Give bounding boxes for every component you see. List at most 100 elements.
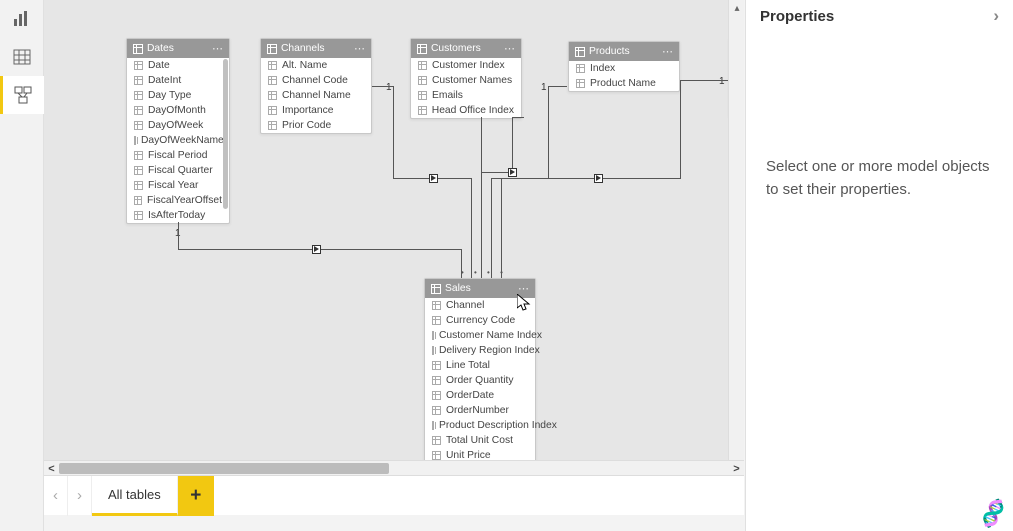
field-row[interactable]: Fiscal Quarter <box>127 163 229 178</box>
field-row[interactable]: Importance <box>261 103 371 118</box>
table-customers[interactable]: Customers ⋯ Customer Index Customer Name… <box>410 38 522 119</box>
field-row[interactable]: Index <box>569 61 679 76</box>
data-view-button[interactable] <box>0 38 44 76</box>
field-row[interactable]: Delivery Region Index <box>425 343 535 358</box>
more-icon[interactable]: ⋯ <box>662 45 673 58</box>
field-row[interactable]: DayOfWeekName <box>127 133 229 148</box>
field-row[interactable]: Currency Code <box>425 313 535 328</box>
field-icon <box>432 421 434 430</box>
field-row[interactable]: Prior Code <box>261 118 371 133</box>
relationship-line[interactable] <box>548 86 549 178</box>
filter-direction-icon <box>312 245 321 254</box>
filter-direction-icon <box>594 174 603 183</box>
field-row[interactable]: Head Office Index <box>411 103 521 118</box>
field-row[interactable]: Fiscal Year <box>127 178 229 193</box>
table-header-customers[interactable]: Customers ⋯ <box>411 39 521 58</box>
field-row[interactable]: OrderNumber <box>425 403 535 418</box>
field-row[interactable]: OrderDate <box>425 388 535 403</box>
field-row[interactable]: Product Name <box>569 76 679 91</box>
relationship-line[interactable] <box>491 178 492 278</box>
field-icon <box>134 76 143 85</box>
more-icon[interactable]: ⋯ <box>212 42 223 55</box>
table-sales[interactable]: Sales ⋯ Channel Currency Code Customer N… <box>424 278 536 464</box>
table-title: Customers <box>431 43 481 54</box>
field-icon <box>268 61 277 70</box>
table-title: Sales <box>445 283 471 294</box>
table-header-channels[interactable]: Channels ⋯ <box>261 39 371 58</box>
relationship-line[interactable] <box>461 249 462 278</box>
field-row[interactable]: Order Quantity <box>425 373 535 388</box>
field-icon <box>134 151 143 160</box>
relationship-line[interactable] <box>680 80 681 178</box>
field-row[interactable]: DayOfMonth <box>127 103 229 118</box>
field-row[interactable]: Line Total <box>425 358 535 373</box>
filter-direction-icon <box>429 174 438 183</box>
view-rail <box>0 0 44 531</box>
report-view-button[interactable] <box>0 0 44 38</box>
table-title: Dates <box>147 43 174 54</box>
table-channels[interactable]: Channels ⋯ Alt. Name Channel Code Channe… <box>260 38 372 134</box>
add-tab-button[interactable]: + <box>178 476 214 516</box>
field-icon <box>432 331 434 340</box>
field-row[interactable]: Customer Name Index <box>425 328 535 343</box>
field-row[interactable]: Date <box>127 58 229 73</box>
canvas-horizontal-scrollbar[interactable]: < > <box>44 460 744 475</box>
relationship-line[interactable] <box>512 117 513 173</box>
field-icon <box>576 79 585 88</box>
table-header-dates[interactable]: Dates ⋯ <box>127 39 229 58</box>
more-icon[interactable]: ⋯ <box>518 282 529 295</box>
tab-next-button[interactable]: › <box>68 476 92 516</box>
tab-all-tables[interactable]: All tables <box>92 476 178 516</box>
table-icon <box>575 47 585 57</box>
field-icon <box>134 136 136 145</box>
canvas-vertical-scrollbar[interactable]: ▴ ▾ <box>728 0 744 475</box>
model-canvas[interactable]: Dates ⋯ Date DateInt Day Type DayOfMonth… <box>44 0 744 475</box>
properties-title: Properties <box>760 8 834 25</box>
scroll-up-icon[interactable]: ▴ <box>729 0 745 16</box>
more-icon[interactable]: ⋯ <box>354 42 365 55</box>
relationship-line[interactable] <box>680 80 728 81</box>
relationship-line[interactable] <box>481 117 482 278</box>
field-row[interactable]: Product Description Index <box>425 418 535 433</box>
field-row[interactable]: FiscalYearOffset <box>127 193 229 208</box>
more-icon[interactable]: ⋯ <box>504 42 515 55</box>
relationship-line[interactable] <box>501 178 502 278</box>
relationship-line[interactable] <box>548 86 567 87</box>
field-row[interactable]: DayOfWeek <box>127 118 229 133</box>
field-icon <box>418 91 427 100</box>
field-row[interactable]: Emails <box>411 88 521 103</box>
properties-hint: Select one or more model objects to set … <box>746 36 1013 201</box>
field-row[interactable]: Channel Code <box>261 73 371 88</box>
many-side-dots: • • • • <box>461 268 507 277</box>
relationship-line[interactable] <box>393 86 394 179</box>
relationship-line[interactable] <box>471 178 472 278</box>
table-dates[interactable]: Dates ⋯ Date DateInt Day Type DayOfMonth… <box>126 38 230 224</box>
relationship-line[interactable] <box>178 222 179 250</box>
field-row[interactable]: Total Unit Cost <box>425 433 535 448</box>
table-products[interactable]: Products ⋯ Index Product Name <box>568 41 680 92</box>
field-row[interactable]: DateInt <box>127 73 229 88</box>
field-icon <box>432 406 441 415</box>
table-header-sales[interactable]: Sales ⋯ <box>425 279 535 298</box>
model-view-button[interactable] <box>0 76 44 114</box>
table-scrollbar[interactable] <box>223 59 228 209</box>
table-header-products[interactable]: Products ⋯ <box>569 42 679 61</box>
tab-prev-button[interactable]: ‹ <box>44 476 68 516</box>
field-icon <box>268 76 277 85</box>
relationship-line[interactable] <box>512 117 524 118</box>
scrollbar-thumb[interactable] <box>59 463 389 474</box>
field-row[interactable]: Customer Names <box>411 73 521 88</box>
field-row[interactable]: Alt. Name <box>261 58 371 73</box>
collapse-panel-icon[interactable]: › <box>993 6 999 26</box>
field-row[interactable]: Day Type <box>127 88 229 103</box>
field-row[interactable]: Channel <box>425 298 535 313</box>
relationship-line[interactable] <box>372 86 394 87</box>
field-row[interactable]: Fiscal Period <box>127 148 229 163</box>
relationship-line[interactable] <box>501 178 681 179</box>
scroll-right-icon[interactable]: > <box>729 461 744 476</box>
field-row[interactable]: Customer Index <box>411 58 521 73</box>
scroll-left-icon[interactable]: < <box>44 461 59 476</box>
field-icon <box>418 61 427 70</box>
field-row[interactable]: IsAfterToday <box>127 208 229 223</box>
field-row[interactable]: Channel Name <box>261 88 371 103</box>
